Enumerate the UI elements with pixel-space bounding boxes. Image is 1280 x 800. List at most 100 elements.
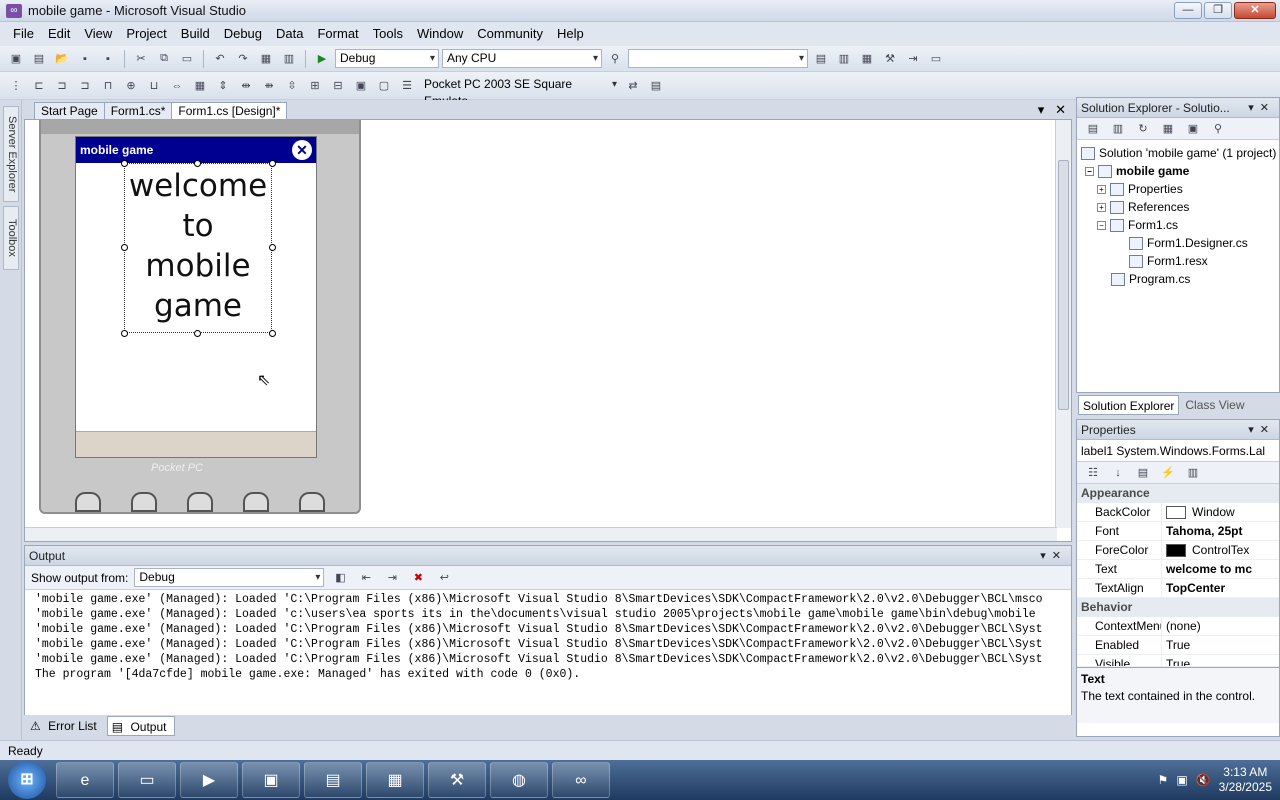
expand-icon[interactable]: + [1097,185,1106,195]
solution-explorer-icon[interactable]: ▤ [811,50,831,68]
start-debug-icon[interactable]: ▶ [312,50,332,68]
resize-handle[interactable] [269,244,276,251]
media-player-icon[interactable]: ▶ [180,762,238,798]
visual-studio-taskbar-icon[interactable]: ∞ [552,762,610,798]
prop-textalign[interactable]: TextAlign TopCenter [1077,579,1279,598]
view-code-icon[interactable]: ▦ [1158,120,1178,138]
panel-controls[interactable]: ▾✕ [1248,420,1275,440]
send-to-back-icon[interactable]: ▢ [374,77,394,95]
tree-item-form1-designer[interactable]: Form1.Designer.cs [1081,234,1279,252]
navigate-icon[interactable]: ▦ [256,50,276,68]
show-all-files-icon[interactable]: ▥ [1108,120,1128,138]
word-wrap-icon[interactable]: ↩ [434,569,454,587]
object-browser-icon[interactable]: ▦ [857,50,877,68]
panel-controls[interactable]: ▾✕ [1248,98,1275,118]
menu-tools[interactable]: Tools [366,22,410,46]
prop-enabled[interactable]: Enabled True [1077,636,1279,655]
menu-edit[interactable]: Edit [41,22,77,46]
designer-vertical-scrollbar[interactable] [1055,120,1071,528]
tree-item-project[interactable]: − mobile game [1081,162,1279,180]
tree-item-references[interactable]: + References [1081,198,1279,216]
volume-muted-icon[interactable]: 🔇 [1196,773,1211,787]
refresh-icon[interactable]: ↻ [1133,120,1153,138]
command-window-icon[interactable]: ▭ [926,50,946,68]
resize-handle[interactable] [194,160,201,167]
align-to-grid-icon[interactable]: ⋮ [6,77,26,95]
save-all-icon[interactable]: ▪ [98,50,118,68]
resize-handle[interactable] [194,330,201,337]
tab-form1-design[interactable]: Form1.cs [Design]* [171,102,288,120]
utility-app-icon[interactable]: ⚒ [428,762,486,798]
align-centers-icon[interactable]: ⊐ [52,77,72,95]
toolbox-tab[interactable]: Toolbox [3,206,19,270]
tab-error-list[interactable]: ⚠ Error List [26,716,105,736]
menu-format[interactable]: Format [310,22,365,46]
horizontal-spacing-icon[interactable]: ⇹ [236,77,256,95]
menu-project[interactable]: Project [119,22,173,46]
new-project-icon[interactable]: ▣ [6,50,26,68]
form-main-menu[interactable] [76,431,316,457]
menu-window[interactable]: Window [410,22,470,46]
maximize-button[interactable]: ❐ [1204,2,1232,19]
prop-font[interactable]: Font Tahoma, 25pt [1077,522,1279,541]
size-to-grid-icon[interactable]: ▦ [190,77,210,95]
view-designer-icon[interactable]: ▣ [1183,120,1203,138]
tab-form1-code[interactable]: Form1.cs* [103,102,173,120]
tree-item-properties[interactable]: + Properties [1081,180,1279,198]
tree-item-form1-resx[interactable]: Form1.resx [1081,252,1279,270]
resize-handle[interactable] [269,160,276,167]
start-button[interactable]: ⊞ [8,761,46,799]
tab-solution-explorer[interactable]: Solution Explorer [1078,395,1180,415]
form-close-icon[interactable]: ✕ [292,140,312,160]
properties-icon[interactable]: ▤ [1083,120,1103,138]
categorized-icon[interactable]: ☷ [1083,464,1103,482]
designer-horizontal-scrollbar[interactable] [25,527,1057,541]
properties-view-icon[interactable]: ▤ [1133,464,1153,482]
flag-icon[interactable]: ⚑ [1158,773,1169,787]
menu-data[interactable]: Data [269,22,310,46]
copy-icon[interactable]: ⧉ [154,50,174,68]
close-button[interactable]: ✕ [1234,2,1276,19]
output-source-combo[interactable]: Debug [134,568,325,587]
menu-debug[interactable]: Debug [217,22,269,46]
align-lefts-icon[interactable]: ⊏ [29,77,49,95]
find-combo[interactable] [628,49,808,68]
make-same-height-icon[interactable]: ⇕ [213,77,233,95]
menu-file[interactable]: File [6,22,41,46]
events-icon[interactable]: ⚡ [1158,464,1178,482]
class-diagram-icon[interactable]: ⚲ [1208,120,1228,138]
bring-to-front-icon[interactable]: ▣ [351,77,371,95]
prop-forecolor[interactable]: ForeColor ControlTex [1077,541,1279,560]
close-document-icon[interactable]: ✕ [1055,102,1066,117]
next-message-icon[interactable]: ⇥ [382,569,402,587]
device-options-icon[interactable]: ▤ [646,77,666,95]
prop-visible[interactable]: Visible True [1077,655,1279,667]
minimize-button[interactable]: — [1174,2,1202,19]
expand-icon[interactable]: + [1097,203,1106,213]
alphabetical-icon[interactable]: ↓ [1108,464,1128,482]
find-icon[interactable]: ⚲ [605,50,625,68]
add-item-icon[interactable]: ▤ [29,50,49,68]
navigate-forward-icon[interactable]: ▥ [279,50,299,68]
tree-item-program[interactable]: Program.cs [1081,270,1279,288]
menu-view[interactable]: View [77,22,119,46]
clear-all-icon[interactable]: ✖ [408,569,428,587]
undo-icon[interactable]: ↶ [210,50,230,68]
find-message-icon[interactable]: ◧ [330,569,350,587]
tab-start-page[interactable]: Start Page [34,102,105,120]
tab-order-icon[interactable]: ☰ [397,77,417,95]
connect-device-icon[interactable]: ⇄ [623,77,643,95]
internet-explorer-icon[interactable]: e [56,762,114,798]
tree-item-solution[interactable]: Solution 'mobile game' (1 project) [1081,144,1279,162]
resize-handle[interactable] [269,330,276,337]
tab-dropdown-icon[interactable]: ▾ [1038,102,1045,117]
make-same-width-icon[interactable]: ⇔ [167,77,187,95]
paste-icon[interactable]: ▭ [177,50,197,68]
category-behavior[interactable]: Behavior [1077,598,1279,617]
configuration-combo[interactable]: Debug [335,49,439,68]
menu-community[interactable]: Community [470,22,550,46]
center-vertically-icon[interactable]: ⊟ [328,77,348,95]
align-tops-icon[interactable]: ⊓ [98,77,118,95]
properties-icon[interactable]: ▥ [834,50,854,68]
file-explorer-icon[interactable]: ▭ [118,762,176,798]
